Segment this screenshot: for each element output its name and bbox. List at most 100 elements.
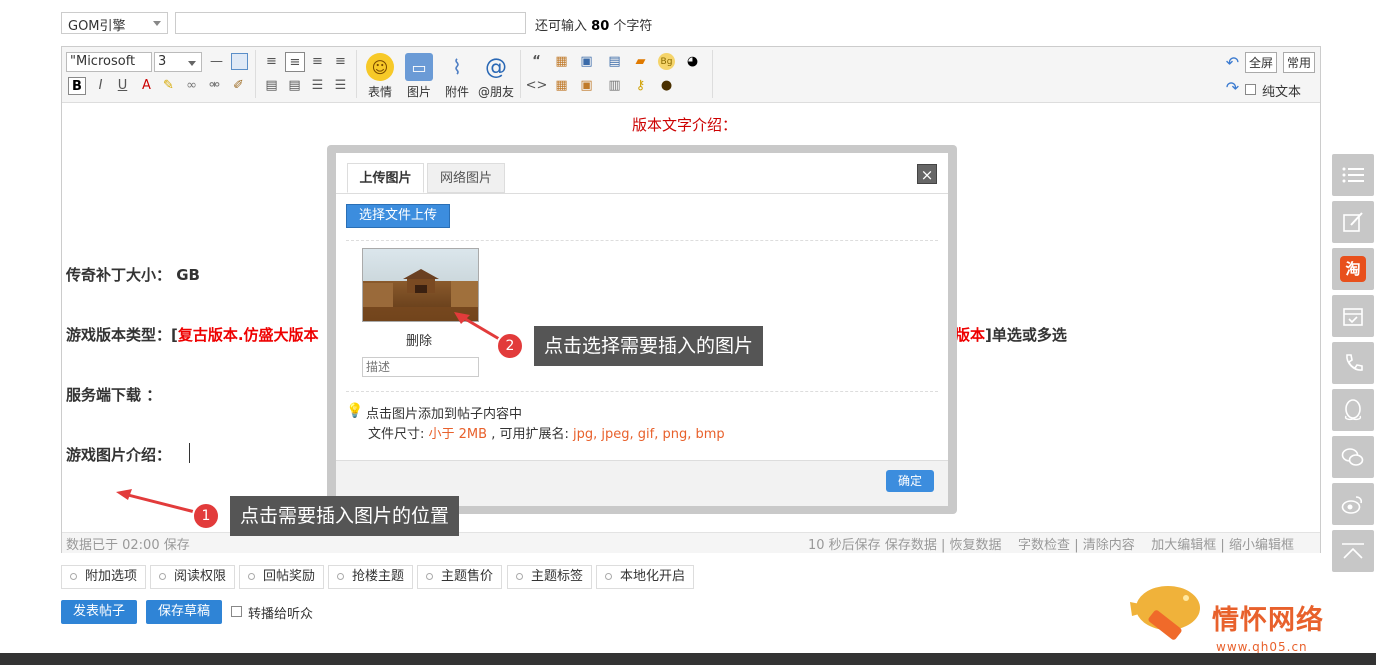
- tip-size-value: 小于 2MB: [428, 427, 488, 442]
- hide-icon[interactable]: ▦: [553, 53, 570, 70]
- clear-format-icon[interactable]: ✐: [230, 77, 247, 94]
- emoji-button[interactable]: ☺ 表情: [362, 53, 398, 100]
- image-description-input[interactable]: [362, 357, 479, 377]
- option-extra[interactable]: 附加选项: [61, 565, 147, 589]
- tip-click-to-insert: 点击图片添加到帖子内容中: [366, 407, 523, 422]
- redo-icon[interactable]: ↷: [1224, 78, 1241, 97]
- bold-icon[interactable]: B: [68, 77, 86, 95]
- image-button[interactable]: ▭ 图片: [401, 53, 437, 100]
- lock-icon[interactable]: ▦: [553, 77, 570, 94]
- option-localization[interactable]: 本地化开启: [596, 565, 695, 589]
- float-right-icon[interactable]: ▤: [286, 77, 303, 94]
- unordered-list-icon[interactable]: ☰: [332, 77, 349, 94]
- tab-network-image[interactable]: 网络图片: [427, 163, 505, 193]
- float-left-icon[interactable]: ▤: [263, 77, 280, 94]
- save-data-link[interactable]: 保存数据: [885, 538, 937, 553]
- back-to-top-icon: [1342, 543, 1364, 559]
- tip-ext-prefix: , 可用扩展名:: [491, 427, 569, 442]
- align-left-icon[interactable]: ≡: [263, 53, 280, 70]
- phone-icon: [1346, 354, 1363, 371]
- fullscreen-button[interactable]: 全屏: [1245, 52, 1278, 73]
- word-check-link[interactable]: 字数检查: [1018, 538, 1070, 553]
- attach-label: 附件: [444, 85, 469, 99]
- qq-penguin-icon[interactable]: ◕: [684, 53, 701, 70]
- page-bottom-bar: [0, 653, 1376, 665]
- option-label: 阅读权限: [174, 569, 227, 584]
- sidebar-taobao-button[interactable]: 淘: [1332, 248, 1374, 290]
- undo-icon[interactable]: ↶: [1224, 53, 1241, 72]
- source-code-icon[interactable]: <>: [526, 77, 548, 94]
- lightbulb-icon: 💡: [346, 403, 364, 419]
- bullet-icon: [605, 573, 612, 580]
- delete-image-link[interactable]: 删除: [406, 330, 432, 349]
- bullet-icon: [248, 573, 255, 580]
- clear-content-link[interactable]: 清除内容: [1083, 538, 1135, 553]
- status-actions: 10 秒后保存 保存数据 | 恢复数据 字数检查 | 清除内容 加大编辑框 | …: [808, 538, 1294, 553]
- quote-icon[interactable]: “: [528, 53, 545, 70]
- option-label: 抢楼主题: [352, 569, 405, 584]
- mention-button[interactable]: @ @朋友: [478, 53, 514, 100]
- toolbar-separator: [712, 50, 713, 98]
- media-icon[interactable]: ▰: [632, 53, 649, 70]
- option-read-permission[interactable]: 阅读权限: [150, 565, 236, 589]
- table-icon[interactable]: [231, 53, 248, 70]
- underline-icon[interactable]: U: [114, 77, 131, 94]
- unlink-icon[interactable]: ⚮: [206, 77, 223, 94]
- save-draft-button[interactable]: 保存草稿: [146, 600, 222, 624]
- font-size-value: 3: [158, 54, 167, 69]
- choose-file-button[interactable]: 选择文件上传: [346, 204, 450, 228]
- close-icon[interactable]: ×: [917, 164, 937, 184]
- key-icon[interactable]: ⚷: [632, 77, 649, 94]
- plaintext-checkbox[interactable]: [1245, 84, 1256, 95]
- code-block-icon[interactable]: ▣: [578, 53, 595, 70]
- title-input[interactable]: [175, 12, 526, 34]
- wechat-icon: [1341, 448, 1364, 466]
- restore-data-link[interactable]: 恢复数据: [950, 538, 1002, 553]
- font-size-select[interactable]: 3: [154, 52, 202, 72]
- font-family-select[interactable]: "Microsoft: [66, 52, 152, 72]
- link-icon[interactable]: ∞: [183, 77, 200, 94]
- sidebar-checkin-button[interactable]: [1332, 295, 1374, 337]
- enlarge-editor-link[interactable]: 加大编辑框: [1151, 538, 1216, 553]
- highlight-icon[interactable]: ✎: [160, 77, 177, 94]
- font-color-icon[interactable]: A: [138, 77, 155, 94]
- confirm-button[interactable]: 确定: [886, 470, 934, 492]
- option-topic-price[interactable]: 主题售价: [417, 565, 503, 589]
- forward-checkbox[interactable]: [231, 606, 242, 617]
- grid-icon[interactable]: ▥: [606, 77, 623, 94]
- align-justify-icon[interactable]: ≡: [309, 53, 326, 70]
- flash-icon[interactable]: ●: [658, 77, 675, 94]
- forward-label: 转播给听众: [248, 607, 314, 622]
- image-icon: ▭: [405, 53, 433, 81]
- sidebar-phone-button[interactable]: [1332, 342, 1374, 384]
- option-floor-grab[interactable]: 抢楼主题: [328, 565, 414, 589]
- paperclip-icon: ⌇: [452, 55, 462, 79]
- publish-button[interactable]: 发表帖子: [61, 600, 137, 624]
- sidebar-back-to-top-button[interactable]: [1332, 530, 1374, 572]
- italic-icon[interactable]: I: [92, 77, 109, 94]
- ordered-list-icon[interactable]: ☰: [309, 77, 326, 94]
- sidebar-list-button[interactable]: [1332, 154, 1374, 196]
- option-topic-tags[interactable]: 主题标签: [507, 565, 593, 589]
- common-button[interactable]: 常用: [1283, 52, 1316, 73]
- text-caret: [189, 443, 190, 463]
- option-reply-reward[interactable]: 回帖奖励: [239, 565, 325, 589]
- pagebreak-icon[interactable]: ▤: [606, 53, 623, 70]
- password-icon[interactable]: ▣: [578, 77, 595, 94]
- bullet-icon: [426, 573, 433, 580]
- attachment-button[interactable]: ⌇ 附件: [439, 53, 475, 100]
- sidebar-edit-button[interactable]: [1332, 201, 1374, 243]
- tab-upload-image[interactable]: 上传图片: [347, 163, 424, 193]
- sidebar-weibo-button[interactable]: [1332, 483, 1374, 525]
- align-right-icon[interactable]: ≡: [332, 53, 349, 70]
- chevron-down-icon: [153, 21, 161, 26]
- engine-select[interactable]: GOM引擎: [61, 12, 168, 34]
- horizontal-line-icon[interactable]: —: [208, 53, 225, 70]
- calendar-check-icon: [1343, 308, 1363, 326]
- sidebar-qq-button[interactable]: [1332, 389, 1374, 431]
- background-music-icon[interactable]: Bg: [658, 53, 675, 70]
- sidebar-wechat-button[interactable]: [1332, 436, 1374, 478]
- align-center-icon[interactable]: ≡: [285, 52, 305, 72]
- shrink-editor-link[interactable]: 缩小编辑框: [1229, 538, 1294, 553]
- list-icon: [1342, 167, 1364, 183]
